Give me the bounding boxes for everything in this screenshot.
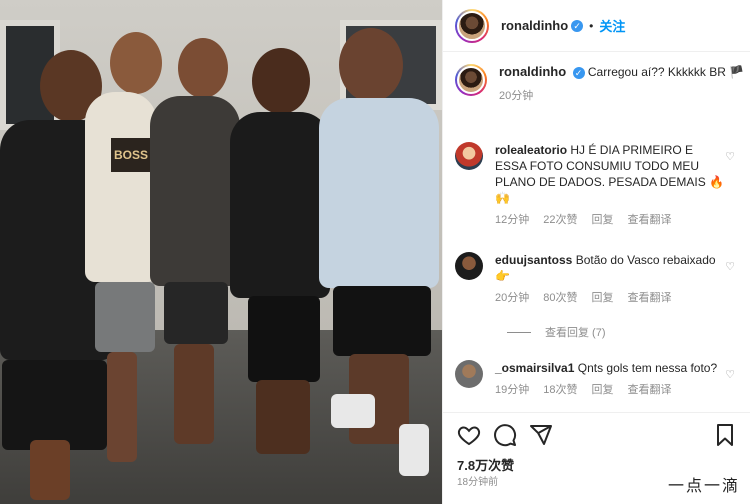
author-username[interactable]: ronaldinho bbox=[501, 18, 568, 33]
comment-translate-button[interactable]: 查看翻译 bbox=[628, 212, 672, 228]
comment-heart-icon[interactable]: ♡ bbox=[725, 260, 735, 273]
caption-text: Carregou aí?? Kkkkkk BR bbox=[587, 65, 726, 79]
photo-person-3 bbox=[150, 32, 242, 504]
comment-reply-button[interactable]: 回复 bbox=[592, 290, 614, 306]
comment-translate-button[interactable]: 查看翻译 bbox=[628, 290, 672, 306]
comment-time: 19分钟 bbox=[495, 384, 530, 396]
comment-likes[interactable]: 18次赞 bbox=[543, 382, 577, 398]
post-side-panel: ronaldinho ✓ • 关注 ronaldinho ✓ Carregou … bbox=[442, 0, 750, 504]
view-replies-label: 查看回复 (7) bbox=[545, 327, 606, 339]
view-replies-button[interactable]: 查看回复 (7) bbox=[507, 324, 606, 340]
comment-reply-button[interactable]: 回复 bbox=[592, 212, 614, 228]
comment-likes[interactable]: 80次赞 bbox=[543, 290, 577, 306]
comment-translate-button[interactable]: 查看翻译 bbox=[628, 382, 672, 398]
comment-username[interactable]: rolealeatorio bbox=[495, 143, 567, 157]
caption-avatar[interactable] bbox=[455, 64, 487, 96]
comment-time: 12分钟 bbox=[495, 214, 530, 226]
caption-username[interactable]: ronaldinho bbox=[499, 64, 566, 79]
comment-username[interactable]: _osmairsilva1 bbox=[495, 361, 574, 375]
post-photo[interactable]: BOSS bbox=[0, 0, 442, 504]
replies-divider bbox=[507, 331, 531, 333]
comment-item: eduujsantoss Botão do Vasco rebaixado 👉 … bbox=[455, 252, 745, 306]
posted-time: 18分钟前 bbox=[457, 477, 499, 488]
author-avatar[interactable] bbox=[455, 8, 489, 43]
comment-item: rolealeatorio HJ É DIA PRIMEIRO E ESSA F… bbox=[455, 142, 745, 228]
caption-time: 20分钟 bbox=[499, 90, 534, 102]
watermark-text: 一点一滴 bbox=[668, 472, 741, 496]
comment-reply-button[interactable]: 回复 bbox=[592, 382, 614, 398]
caption-flag-emoji: 🏴 bbox=[729, 65, 745, 79]
verified-badge-icon: ✓ bbox=[571, 19, 584, 32]
comment-heart-icon[interactable]: ♡ bbox=[725, 150, 735, 163]
comment-likes[interactable]: 22次赞 bbox=[543, 212, 577, 228]
comment-username[interactable]: eduujsantoss bbox=[495, 253, 572, 267]
bookmark-icon[interactable] bbox=[713, 423, 737, 447]
like-heart-icon[interactable] bbox=[457, 423, 481, 447]
follow-button[interactable]: 关注 bbox=[599, 16, 625, 35]
comment-avatar[interactable] bbox=[455, 360, 483, 388]
caption-meta: 20分钟 bbox=[499, 88, 744, 104]
post-header: ronaldinho ✓ • 关注 bbox=[443, 0, 750, 52]
comment-text: Qnts gols tem nessa foto? bbox=[577, 361, 718, 375]
share-icon[interactable] bbox=[529, 423, 553, 447]
photo-person-5 bbox=[315, 24, 442, 504]
comment-avatar[interactable] bbox=[455, 142, 483, 170]
post-caption: ronaldinho ✓ Carregou aí?? Kkkkkk BR 🏴 2… bbox=[455, 64, 745, 104]
comment-time: 20分钟 bbox=[495, 292, 530, 304]
separator-dot: • bbox=[589, 18, 594, 33]
comment-icon[interactable] bbox=[493, 423, 517, 447]
comment-heart-icon[interactable]: ♡ bbox=[725, 368, 735, 381]
comment-avatar[interactable] bbox=[455, 252, 483, 280]
likes-count[interactable]: 7.8万次赞 bbox=[457, 455, 514, 474]
verified-badge-icon: ✓ bbox=[572, 66, 585, 79]
comment-item: _osmairsilva1 Qnts gols tem nessa foto? … bbox=[455, 360, 745, 398]
